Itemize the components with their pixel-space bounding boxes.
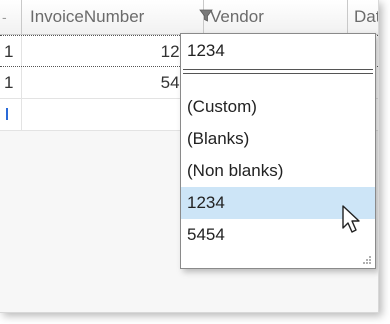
column-header-label: Dat — [354, 7, 379, 26]
divider — [183, 73, 373, 74]
mouse-pointer-icon — [342, 205, 360, 233]
row-indicator-header: - — [0, 0, 22, 34]
invoice-cell[interactable] — [22, 99, 204, 130]
row-indicator-text: 1 — [4, 42, 14, 61]
filter-item-nonblanks[interactable]: (Non blanks) — [181, 155, 375, 187]
invoice-cell[interactable]: 545 — [22, 67, 204, 98]
filter-popup: (Custom) (Blanks) (Non blanks) 1234 5454 — [180, 33, 376, 269]
column-header-date[interactable]: Dat — [348, 0, 379, 34]
column-header-vendor[interactable]: Vendor — [204, 0, 348, 34]
filter-item-blanks[interactable]: (Blanks) — [181, 123, 375, 155]
row-indicator: 1 — [0, 67, 22, 98]
resize-grip-icon[interactable] — [362, 255, 372, 265]
divider — [183, 69, 373, 70]
row-indicator: 1 — [0, 36, 22, 66]
filter-search-input[interactable] — [185, 39, 373, 63]
column-header-invoicenumber[interactable]: InvoiceNumber — [22, 0, 213, 34]
column-header-label: Vendor — [210, 7, 264, 26]
grid-header: - InvoiceNumber Vendor Dat — [0, 0, 378, 35]
filter-item-custom[interactable]: (Custom) — [181, 91, 375, 123]
grid-window: - InvoiceNumber Vendor Dat 1 123 / 1 54 — [0, 0, 379, 313]
row-indicator-header-label: - — [2, 9, 7, 25]
row-indicator — [0, 99, 22, 130]
invoice-cell[interactable]: 123 — [22, 36, 204, 66]
column-header-label: InvoiceNumber — [30, 7, 145, 26]
new-row-marker — [6, 108, 8, 120]
row-indicator-text: 1 — [4, 73, 14, 92]
